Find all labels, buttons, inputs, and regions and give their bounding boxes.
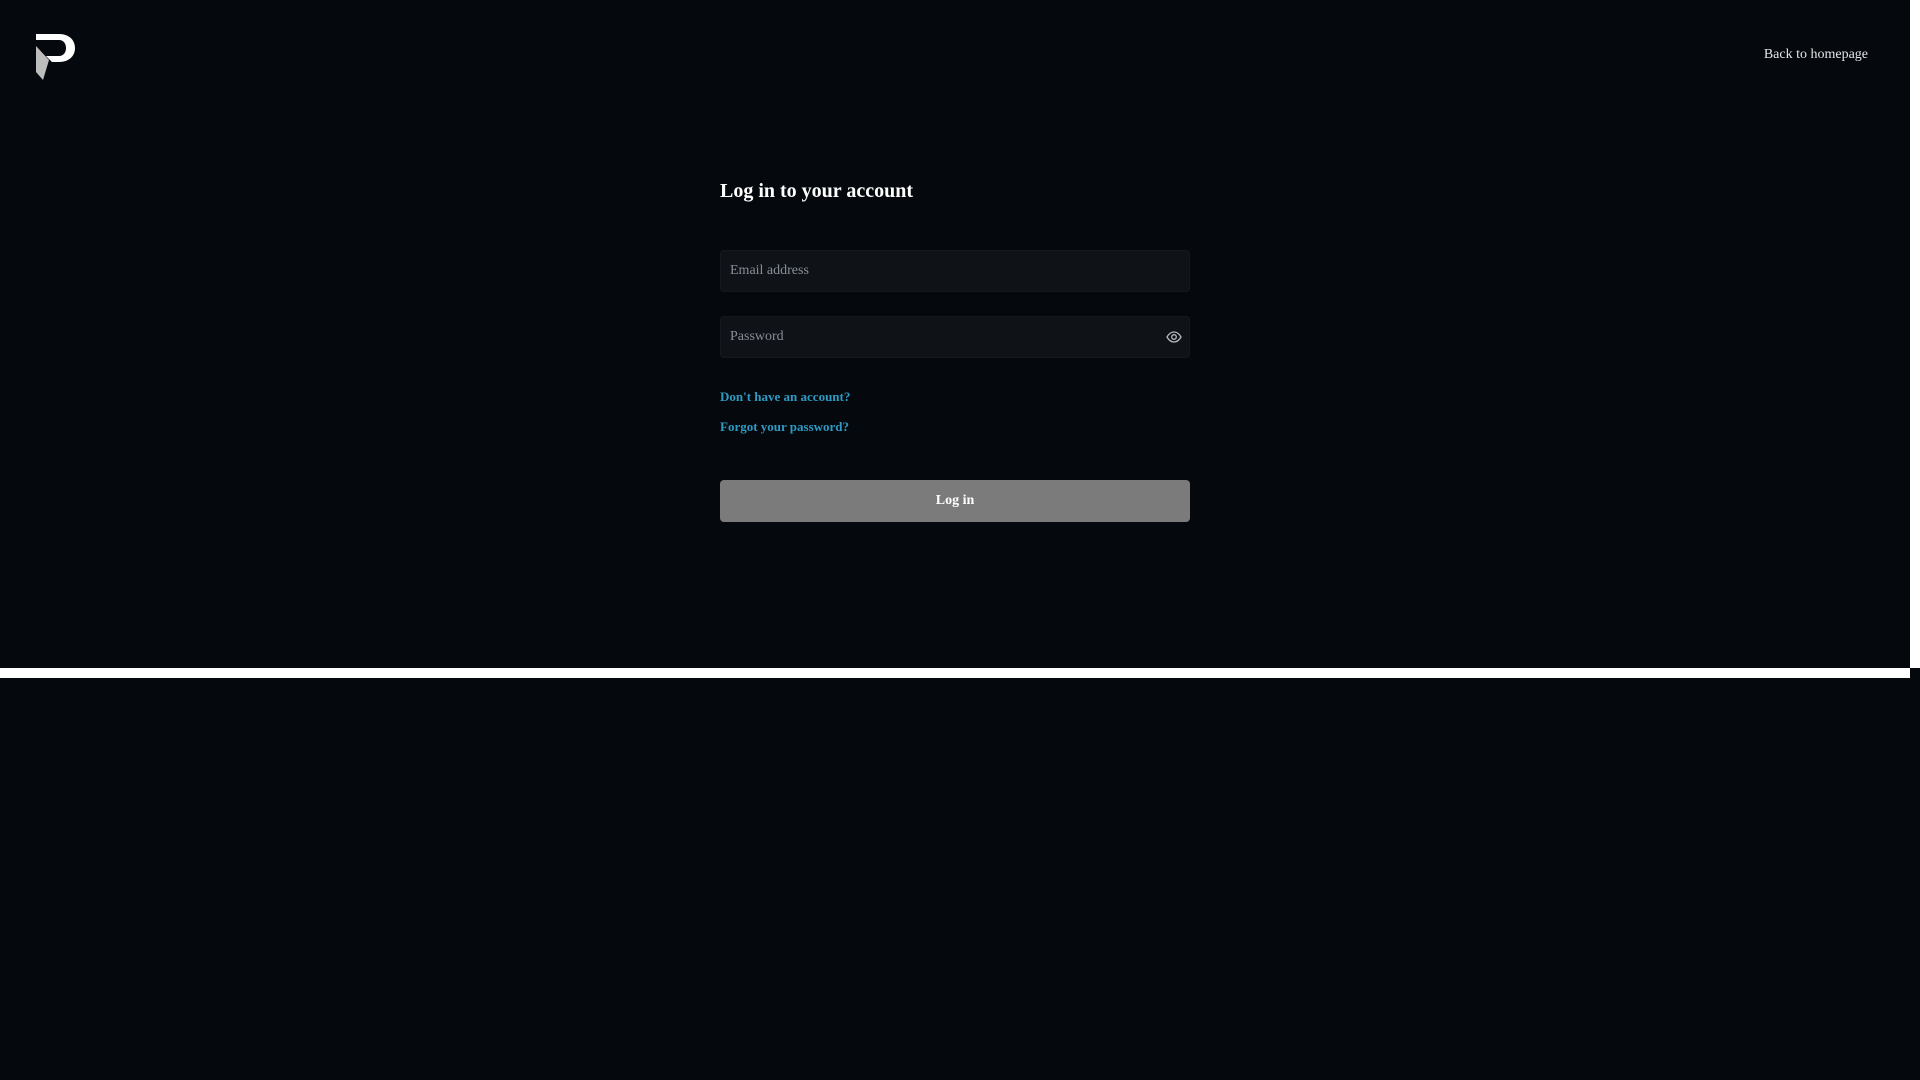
- brand-p-logo-icon[interactable]: [32, 32, 76, 82]
- login-button[interactable]: Log in: [720, 480, 1190, 522]
- divider-bar: [0, 668, 1910, 678]
- email-field[interactable]: [720, 250, 1190, 292]
- signup-link[interactable]: Don't have an account?: [720, 388, 850, 406]
- login-page: Back to homepage Log in to your account …: [0, 0, 1920, 1080]
- password-field[interactable]: [720, 316, 1190, 358]
- login-form: Log in to your account Don't have an acc…: [720, 178, 1190, 522]
- login-panel: Back to homepage Log in to your account …: [0, 0, 1910, 668]
- forgot-password-link[interactable]: Forgot your password?: [720, 418, 849, 436]
- email-field-wrapper: [720, 250, 1190, 292]
- page-title: Log in to your account: [720, 180, 913, 202]
- account-links: Don't have an account? Forgot your passw…: [720, 388, 1190, 436]
- eye-icon[interactable]: [1166, 329, 1182, 345]
- right-edge-strip: [1910, 0, 1920, 668]
- password-field-wrapper: [720, 316, 1190, 358]
- back-to-homepage-link[interactable]: Back to homepage: [1764, 47, 1868, 63]
